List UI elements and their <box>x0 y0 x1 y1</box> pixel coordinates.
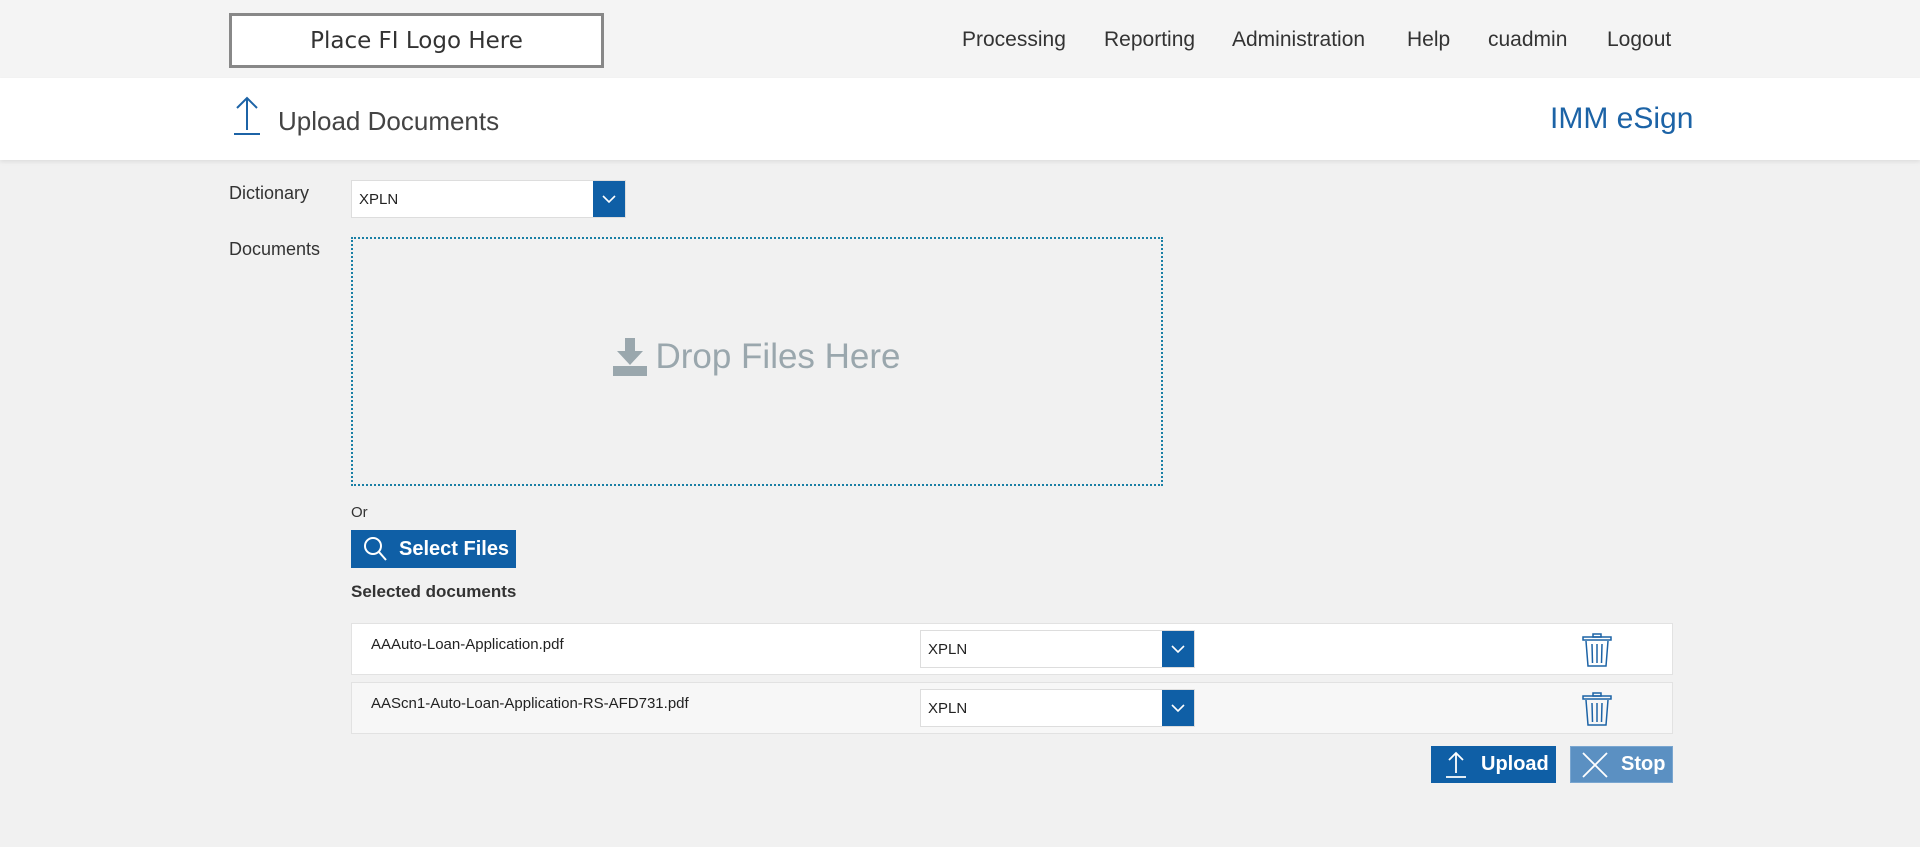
page-title: Upload Documents <box>278 106 500 136</box>
document-dictionary-dropdown-button[interactable] <box>1162 690 1194 726</box>
dictionary-select[interactable]: XPLN <box>351 180 626 218</box>
nav-help[interactable]: Help <box>1407 28 1450 52</box>
document-dictionary-dropdown-button[interactable] <box>1162 631 1194 667</box>
document-dictionary-select[interactable]: XPLN <box>920 689 1195 727</box>
stop-label: Stop <box>1621 753 1666 775</box>
logo-placeholder: Place FI Logo Here <box>229 13 604 68</box>
trash-icon[interactable] <box>1582 692 1612 726</box>
document-dictionary-select[interactable]: XPLN <box>920 630 1195 668</box>
document-row: AAAuto-Loan-Application.pdf XPLN <box>351 623 1673 675</box>
upload-button[interactable]: Upload <box>1431 746 1556 783</box>
top-bar: Place FI Logo Here Processing Reporting … <box>0 0 1920 78</box>
nav-logout[interactable]: Logout <box>1607 28 1671 52</box>
upload-label: Upload <box>1481 753 1549 775</box>
nav-reporting[interactable]: Reporting <box>1104 28 1195 52</box>
drop-zone-text: Drop Files Here <box>655 336 901 376</box>
selected-documents-title: Selected documents <box>351 582 517 601</box>
select-files-button[interactable]: Select Files <box>351 530 516 568</box>
chevron-down-icon <box>1171 644 1185 653</box>
chevron-down-icon <box>1171 703 1185 712</box>
brand-name: IMM eSign <box>1550 102 1694 135</box>
document-row: AAScn1-Auto-Loan-Application-RS-AFD731.p… <box>351 682 1673 734</box>
close-icon <box>1582 751 1608 778</box>
page-header: Upload Documents IMM eSign <box>0 78 1920 160</box>
dictionary-label: Dictionary <box>229 183 310 203</box>
chevron-down-icon <box>602 194 616 203</box>
or-text: Or <box>351 504 368 521</box>
upload-icon <box>234 96 260 135</box>
documents-label: Documents <box>229 239 321 259</box>
trash-icon[interactable] <box>1582 633 1612 667</box>
select-files-label: Select Files <box>399 537 510 560</box>
dictionary-dropdown-button[interactable] <box>593 181 625 217</box>
document-dictionary-value: XPLN <box>928 641 968 658</box>
nav-administration[interactable]: Administration <box>1232 28 1365 52</box>
drop-zone[interactable]: Drop Files Here <box>351 237 1163 486</box>
nav-processing[interactable]: Processing <box>962 28 1066 52</box>
document-name: AAAuto-Loan-Application.pdf <box>371 636 564 653</box>
stop-button[interactable]: Stop <box>1570 746 1673 783</box>
document-dictionary-value: XPLN <box>928 700 968 717</box>
nav-user[interactable]: cuadmin <box>1488 28 1567 52</box>
search-icon <box>364 537 387 561</box>
dictionary-select-value: XPLN <box>359 191 399 208</box>
download-icon <box>613 337 648 376</box>
document-name: AAScn1-Auto-Loan-Application-RS-AFD731.p… <box>371 695 689 712</box>
upload-icon <box>1446 751 1466 778</box>
